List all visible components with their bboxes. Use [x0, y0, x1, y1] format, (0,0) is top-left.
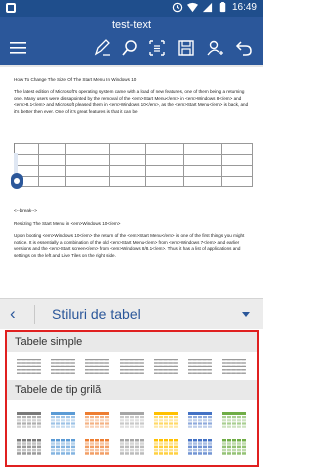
doc-paragraph-2: Upon booting <em>Windows 10</em> the ret…: [14, 233, 245, 258]
app-toolbar: test-text: [0, 17, 263, 65]
hamburger-icon: [10, 42, 26, 54]
share-button[interactable]: [204, 37, 226, 59]
back-chevron-icon[interactable]: ‹: [10, 304, 16, 324]
table-style-swatch[interactable]: [84, 357, 110, 375]
search-button[interactable]: [119, 37, 141, 59]
status-time: 16:49: [231, 2, 257, 13]
pen-text-icon: [94, 39, 110, 56]
search-icon: [122, 40, 137, 56]
table-style-swatch[interactable]: [221, 438, 247, 456]
table-style-swatch[interactable]: [119, 411, 145, 429]
table-style-swatch[interactable]: [187, 357, 213, 375]
edit-button[interactable]: [92, 37, 114, 59]
selection-handle[interactable]: [11, 173, 23, 189]
undo-icon: [235, 41, 252, 56]
table-styles-panel-header: ‹ Stiluri de tabel: [0, 298, 263, 329]
reading-view-button[interactable]: [146, 37, 168, 59]
document-canvas[interactable]: How To Change The Size Of The Start Menu…: [0, 65, 263, 298]
alarm-icon: [172, 2, 183, 13]
table-style-swatch[interactable]: [16, 438, 42, 456]
section-simple-tables: Tabele simple: [7, 332, 257, 352]
table-style-swatch[interactable]: [153, 438, 179, 456]
doc-subheading: Resizing The Start Menu in <em>Windows 1…: [14, 221, 121, 226]
table-style-swatch[interactable]: [16, 411, 42, 429]
wifi-icon: [186, 2, 198, 13]
notification-icon: [6, 3, 16, 13]
panel-title[interactable]: Stiluri de tabel: [52, 306, 141, 322]
document-table[interactable]: [14, 143, 253, 187]
table-style-swatch[interactable]: [50, 411, 76, 429]
signal-icon: [202, 2, 213, 13]
doc-heading: How To Change The Size Of The Start Menu…: [14, 77, 137, 82]
reading-view-icon: [149, 40, 165, 56]
header-divider: [34, 305, 35, 324]
undo-button[interactable]: [233, 37, 255, 59]
document-title: test-text: [111, 19, 152, 31]
table-style-swatch[interactable]: [16, 357, 42, 375]
table-style-swatch[interactable]: [50, 438, 76, 456]
save-button[interactable]: [175, 37, 197, 59]
table-style-swatch[interactable]: [187, 411, 213, 429]
table-style-swatch[interactable]: [119, 357, 145, 375]
menu-button[interactable]: [7, 37, 29, 59]
table-style-swatch[interactable]: [119, 438, 145, 456]
table-style-swatch[interactable]: [153, 357, 179, 375]
table-style-swatch[interactable]: [153, 411, 179, 429]
table-style-swatch[interactable]: [221, 411, 247, 429]
section-grid-tables: Tabele de tip grilă: [7, 380, 257, 400]
table-style-swatch[interactable]: [84, 438, 110, 456]
screen: 16:49 test-text How To Change The Size O…: [0, 0, 263, 468]
table-style-swatch[interactable]: [84, 411, 110, 429]
table-style-swatch[interactable]: [50, 357, 76, 375]
dropdown-caret-icon[interactable]: [242, 312, 250, 317]
table-style-swatch[interactable]: [221, 357, 247, 375]
battery-icon: [217, 2, 228, 13]
doc-top-edge: [0, 65, 263, 67]
doc-paragraph-1: The latest edition of Microsoft's operat…: [14, 89, 249, 114]
save-icon: [178, 40, 194, 56]
add-person-icon: [207, 40, 223, 56]
table-styles-gallery: Tabele simple Tabele de tip grilă: [5, 330, 259, 467]
doc-break-marker: <--break-->: [14, 208, 37, 213]
table-style-swatch[interactable]: [187, 438, 213, 456]
status-bar: 16:49: [0, 0, 263, 17]
